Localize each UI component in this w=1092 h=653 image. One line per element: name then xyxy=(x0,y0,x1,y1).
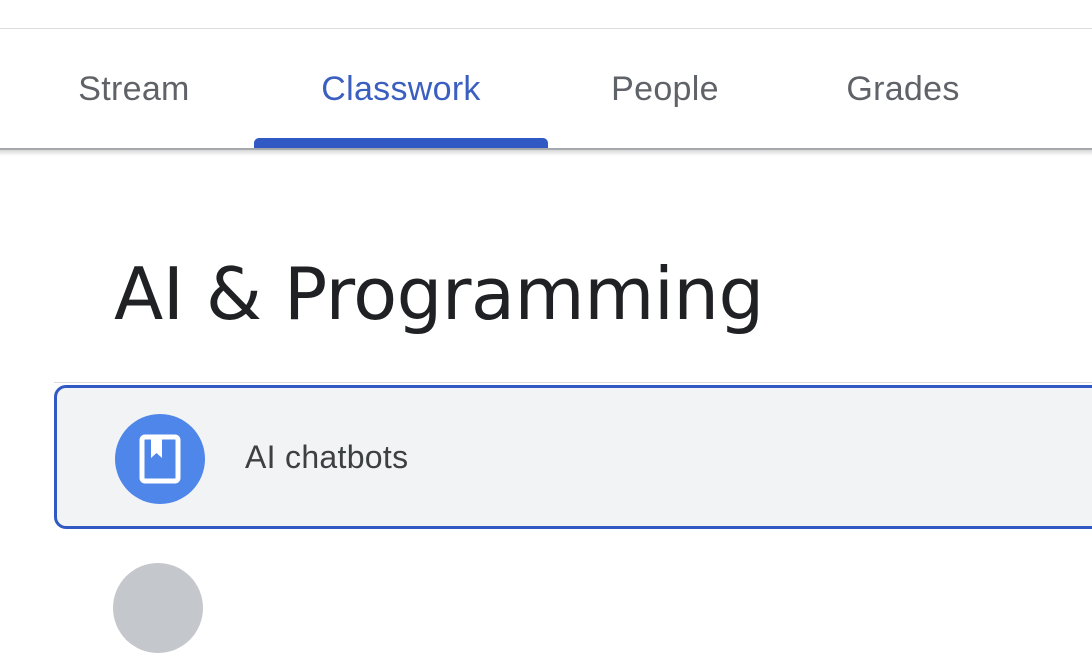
topic-divider xyxy=(54,382,1092,383)
topic-title: AI & Programming xyxy=(114,252,764,336)
tab-grades[interactable]: Grades xyxy=(823,29,983,149)
next-item-icon xyxy=(113,563,203,653)
tab-stream[interactable]: Stream xyxy=(54,29,214,149)
tab-people[interactable]: People xyxy=(585,29,745,149)
classwork-item-ai-chatbots[interactable]: AI chatbots xyxy=(54,385,1092,529)
material-icon xyxy=(115,414,205,504)
classwork-item-title: AI chatbots xyxy=(245,438,409,475)
bookmark-book-icon xyxy=(139,434,181,484)
class-tab-bar: Stream Classwork People Grades xyxy=(0,29,1092,149)
tab-classwork[interactable]: Classwork xyxy=(254,29,548,149)
tab-bar-shadow xyxy=(0,148,1092,156)
